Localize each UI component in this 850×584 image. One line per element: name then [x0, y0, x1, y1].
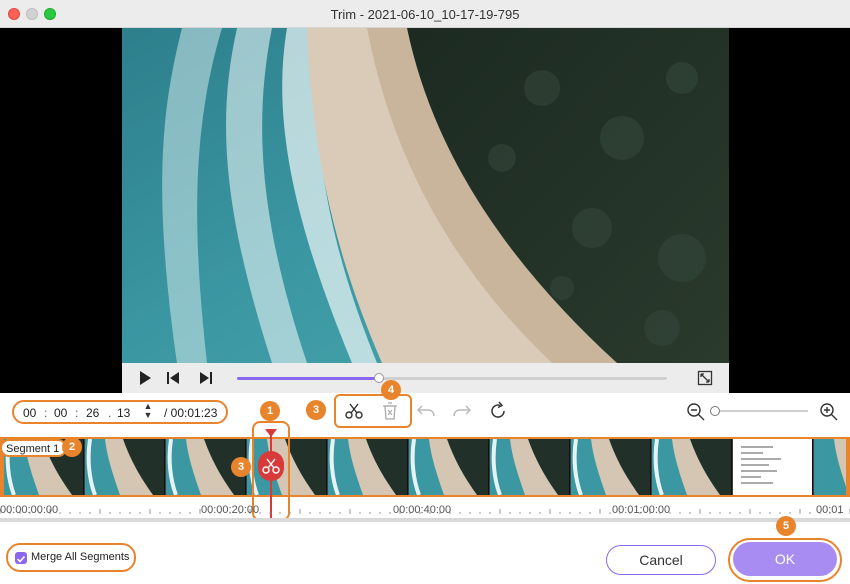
time-ruler[interactable]: 00:00:00:00 00:00:20:00 00:00:40:00 00:0…	[0, 500, 850, 524]
timeline-thumbnail	[571, 439, 651, 495]
total-duration: / 00:01:23	[164, 406, 218, 420]
time-seconds[interactable]: 26	[86, 406, 99, 420]
step-badge: 1	[260, 401, 280, 421]
cancel-button[interactable]: Cancel	[606, 545, 716, 575]
time-separator: :	[75, 406, 79, 420]
redo-icon[interactable]	[452, 401, 472, 421]
scissors-icon[interactable]	[344, 401, 364, 421]
timeline-thumbnail	[652, 439, 732, 495]
chevron-down-icon[interactable]: ▼	[142, 411, 154, 420]
checkbox-checked[interactable]	[15, 552, 27, 564]
ruler-label: 00:00:20:00	[201, 504, 260, 516]
delete-icon[interactable]	[380, 401, 400, 421]
playback-progress-fill	[237, 377, 379, 380]
step-back-icon[interactable]	[165, 370, 181, 386]
step-badge: 5	[776, 516, 796, 536]
edit-toolbar: 00 : 00 : 26 . 13 ▲ ▼ / 00:01:23 3 4	[0, 380, 850, 435]
video-frame	[122, 28, 729, 363]
ruler-label: 00:01	[816, 504, 844, 516]
current-time-input[interactable]: 00 : 00 : 26 . 13 ▲ ▼ / 00:01:23	[12, 400, 228, 424]
title-bar: Trim - 2021-06-10_10-17-19-795	[0, 0, 850, 28]
window-title: Trim - 2021-06-10_10-17-19-795	[330, 7, 520, 22]
segment-end-handle[interactable]	[846, 437, 850, 497]
cut-delete-group	[334, 394, 412, 428]
step-forward-icon[interactable]	[198, 370, 214, 386]
merge-all-segments-checkbox[interactable]: Merge All Segments	[6, 543, 136, 572]
checkmark-icon	[16, 555, 26, 563]
video-preview-area	[0, 28, 850, 393]
step-badge: 3	[306, 400, 326, 420]
timeline-track[interactable]	[0, 437, 850, 497]
time-frames[interactable]: 13	[117, 406, 130, 420]
time-separator: :	[44, 406, 48, 420]
ok-button[interactable]: OK	[733, 542, 837, 576]
zoom-slider-knob[interactable]	[710, 406, 720, 416]
ruler-label: 00:00:00:00	[0, 504, 59, 516]
player-controls	[122, 363, 729, 393]
timeline-thumbnail-document	[733, 439, 813, 495]
timeline-thumbnail	[814, 439, 850, 495]
scissors-icon	[262, 458, 280, 474]
ruler-label: 00:01:00:00	[612, 504, 671, 516]
time-stepper[interactable]: ▲ ▼	[142, 402, 154, 422]
step-badge: 2	[62, 437, 82, 457]
timeline-thumbnail	[328, 439, 408, 495]
play-icon[interactable]	[137, 370, 153, 386]
time-separator: .	[108, 406, 112, 420]
zoom-slider[interactable]	[710, 406, 808, 416]
step-badge: 3	[231, 457, 251, 477]
timeline-thumbnail	[85, 439, 165, 495]
step-badge: 4	[381, 380, 401, 400]
fullscreen-icon[interactable]	[697, 370, 713, 386]
undo-icon[interactable]	[416, 401, 436, 421]
merge-all-segments-label: Merge All Segments	[31, 551, 130, 563]
time-minutes[interactable]: 00	[54, 406, 67, 420]
time-hours[interactable]: 00	[23, 406, 36, 420]
playhead-handle[interactable]	[265, 429, 277, 437]
video-frame-image	[122, 28, 729, 363]
playback-progress-knob[interactable]	[373, 373, 384, 383]
zoom-out-icon[interactable]	[686, 402, 706, 422]
timeline-scrollbar[interactable]	[0, 518, 850, 522]
reset-icon[interactable]	[488, 401, 508, 421]
ruler-label: 00:00:40:00	[393, 504, 452, 516]
zoom-in-icon[interactable]	[819, 402, 839, 422]
segment-label[interactable]: Segment 1	[0, 439, 68, 457]
playback-progress-bar[interactable]	[237, 373, 667, 383]
timeline-thumbnail	[490, 439, 570, 495]
timeline-thumbnail	[409, 439, 489, 495]
cut-at-playhead-button[interactable]	[258, 451, 284, 481]
